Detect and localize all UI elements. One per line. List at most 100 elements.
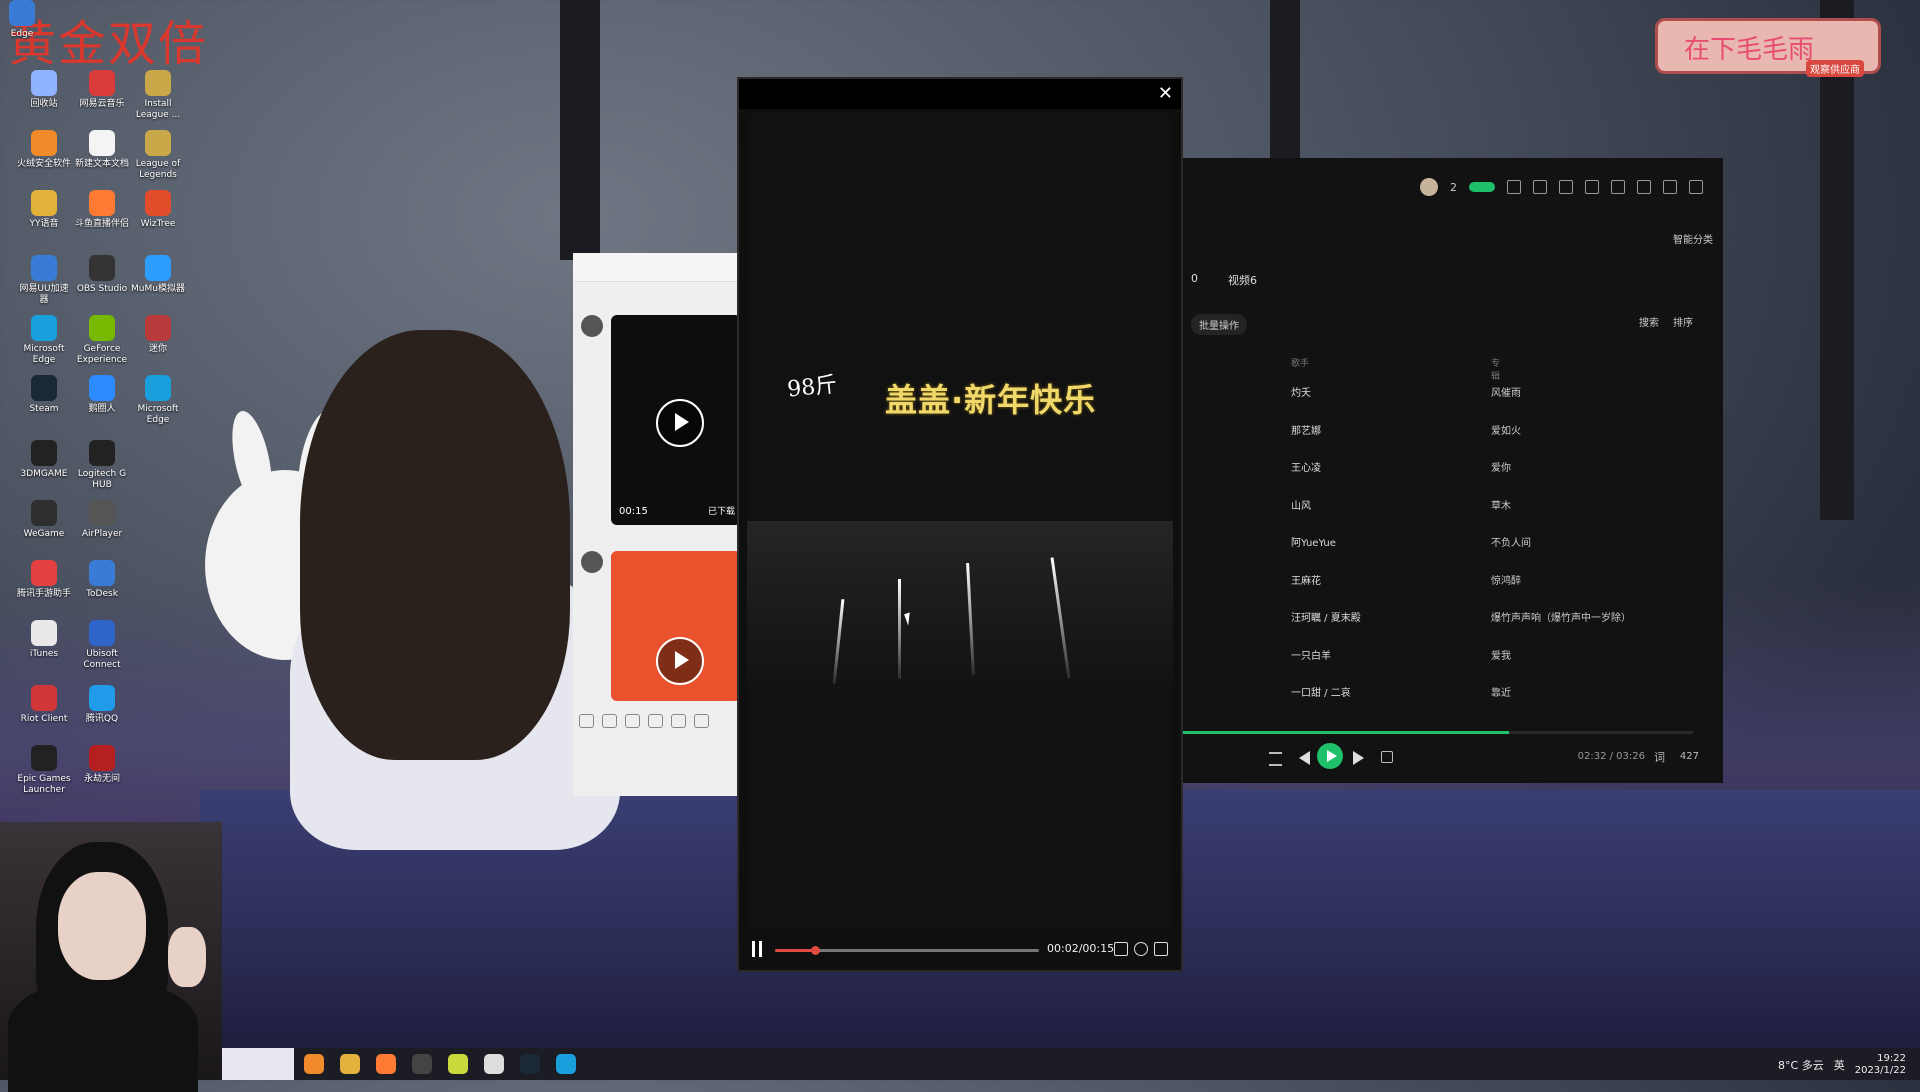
- table-row[interactable]: 山风 草木: [1291, 497, 1691, 535]
- singer-cell[interactable]: 山风: [1291, 497, 1311, 512]
- desktop-icon[interactable]: 迷你: [130, 315, 186, 355]
- volume-icon[interactable]: [1114, 942, 1128, 956]
- desktop-icon[interactable]: 回收站: [16, 70, 72, 110]
- desktop-icon[interactable]: YY语音: [16, 190, 72, 230]
- desktop-icon[interactable]: 鹅圈人: [74, 375, 130, 415]
- weather-text[interactable]: 8°C 多云: [1778, 1057, 1824, 1073]
- volume-icon[interactable]: [1381, 751, 1393, 763]
- taskbar-thumbnail[interactable]: [222, 1048, 294, 1080]
- song-progress[interactable]: [1181, 731, 1693, 734]
- taskbar-app-icon[interactable]: [556, 1054, 576, 1074]
- sort-button[interactable]: 排序: [1673, 314, 1693, 329]
- play-button[interactable]: [1317, 743, 1343, 769]
- singer-cell[interactable]: 一只白羊: [1291, 647, 1331, 662]
- video-message[interactable]: [611, 551, 741, 701]
- lyrics-button[interactable]: 词: [1654, 749, 1665, 765]
- fullscreen-icon[interactable]: [1154, 942, 1168, 956]
- singer-cell[interactable]: 一口甜 / 二哀: [1291, 684, 1351, 699]
- close-icon[interactable]: ✕: [1158, 83, 1173, 104]
- desktop-icon[interactable]: 新建文本文档: [74, 130, 130, 170]
- music-icon[interactable]: [671, 714, 686, 728]
- taskbar-app-icon[interactable]: [484, 1054, 504, 1074]
- scissors-icon[interactable]: [625, 714, 640, 728]
- taskbar-app-icon[interactable]: [376, 1054, 396, 1074]
- ime-indicator[interactable]: 英: [1834, 1057, 1845, 1073]
- table-row[interactable]: 阿YueYue 不负人间: [1291, 534, 1691, 572]
- gif-icon[interactable]: [602, 714, 617, 728]
- taskbar-app-icon[interactable]: [304, 1054, 324, 1074]
- taskbar-app-icon[interactable]: [340, 1054, 360, 1074]
- desktop-icon[interactable]: Install League ...: [130, 70, 186, 121]
- user-avatar[interactable]: [1420, 178, 1438, 196]
- singer-cell[interactable]: 阿YueYue: [1291, 534, 1336, 549]
- play-icon[interactable]: [656, 399, 704, 447]
- video-seekbar[interactable]: [775, 946, 1039, 955]
- clock[interactable]: 19:22 2023/1/22: [1855, 1053, 1906, 1077]
- singer-cell[interactable]: 王心凌: [1291, 459, 1321, 474]
- album-cell[interactable]: 草木: [1491, 497, 1511, 512]
- desktop-icon[interactable]: WizTree: [130, 190, 186, 230]
- album-cell[interactable]: 风催雨: [1491, 384, 1521, 399]
- tab-video[interactable]: 视频6: [1228, 272, 1257, 288]
- taskbar-app-icon[interactable]: [520, 1054, 540, 1074]
- desktop-icon[interactable]: Microsoft Edge: [16, 315, 72, 366]
- minimize-icon[interactable]: [1637, 180, 1651, 194]
- desktop-icon[interactable]: 网易云音乐: [74, 70, 130, 110]
- playmode-icon[interactable]: [1269, 752, 1282, 766]
- folder-icon[interactable]: [648, 714, 663, 728]
- table-row[interactable]: 灼夭 风催雨: [1291, 384, 1691, 422]
- desktop-icon[interactable]: Steam: [16, 375, 72, 415]
- batch-button[interactable]: 批量操作: [1191, 314, 1247, 335]
- desktop-icon[interactable]: OBS Studio: [74, 255, 130, 295]
- avatar[interactable]: [581, 315, 603, 337]
- seek-handle[interactable]: [810, 946, 820, 955]
- desktop-icon[interactable]: 3DMGAME: [16, 440, 72, 480]
- table-row[interactable]: 王心凌 爱你: [1291, 459, 1691, 497]
- album-cell[interactable]: 靠近: [1491, 684, 1511, 699]
- table-row[interactable]: 一口甜 / 二哀 靠近: [1291, 684, 1691, 722]
- table-row[interactable]: 那艺娜 爱如火: [1291, 422, 1691, 460]
- desktop-icon[interactable]: 永劫无间: [74, 745, 130, 785]
- taskbar-app-icon[interactable]: [412, 1054, 432, 1074]
- desktop-icon[interactable]: 网易UU加速器: [16, 255, 72, 306]
- album-cell[interactable]: 爱我: [1491, 647, 1511, 662]
- desktop-icon[interactable]: WeGame: [16, 500, 72, 540]
- desktop-icon[interactable]: Logitech G HUB: [74, 440, 130, 491]
- desktop-icon[interactable]: AirPlayer: [74, 500, 130, 540]
- table-row[interactable]: 一只白羊 爱我: [1291, 647, 1691, 685]
- taskbar-app-icon[interactable]: [448, 1054, 468, 1074]
- desktop-icon[interactable]: MuMu模拟器: [130, 255, 186, 295]
- mini-mode-icon[interactable]: [1611, 180, 1625, 194]
- singer-cell[interactable]: 王麻花: [1291, 572, 1321, 587]
- video-message[interactable]: 00:15 已下载: [611, 315, 741, 525]
- desktop-icon[interactable]: 腾讯QQ: [74, 685, 130, 725]
- desktop-icon[interactable]: Epic Games Launcher: [16, 745, 72, 796]
- tab-music[interactable]: 0: [1191, 272, 1198, 288]
- playlist-count[interactable]: 427: [1680, 751, 1699, 762]
- replay-icon[interactable]: [1134, 942, 1148, 956]
- previous-icon[interactable]: [1299, 751, 1310, 765]
- singer-cell[interactable]: 汪珂瞩 / 夏末殿: [1291, 609, 1361, 624]
- desktop-icon[interactable]: League of Legends: [130, 130, 186, 181]
- album-cell[interactable]: 爆竹声声响（爆竹声中一岁除）: [1491, 609, 1631, 624]
- desktop-icon[interactable]: Ubisoft Connect: [74, 620, 130, 671]
- mail-icon[interactable]: [1507, 180, 1521, 194]
- menu-icon[interactable]: [1585, 180, 1599, 194]
- desktop-icon[interactable]: iTunes: [16, 620, 72, 660]
- singer-cell[interactable]: 那艺娜: [1291, 422, 1321, 437]
- desktop-icon[interactable]: Riot Client: [16, 685, 72, 725]
- play-icon[interactable]: [656, 637, 704, 685]
- desktop-icon[interactable]: ToDesk: [74, 560, 130, 600]
- skin-icon[interactable]: [1559, 180, 1573, 194]
- desktop-icon[interactable]: 腾讯手游助手: [16, 560, 72, 600]
- desktop-icon[interactable]: 斗鱼直播伴侣: [74, 190, 130, 230]
- chevron-down-icon[interactable]: [1533, 180, 1547, 194]
- table-row[interactable]: 王麻花 惊鸿醉: [1291, 572, 1691, 610]
- avatar[interactable]: [581, 551, 603, 573]
- smart-category-button[interactable]: 智能分类: [1673, 231, 1713, 246]
- image-icon[interactable]: [694, 714, 709, 728]
- album-cell[interactable]: 不负人间: [1491, 534, 1531, 549]
- desktop-icon[interactable]: 火绒安全软件: [16, 130, 72, 170]
- album-cell[interactable]: 惊鸿醉: [1491, 572, 1521, 587]
- next-icon[interactable]: [1353, 751, 1364, 765]
